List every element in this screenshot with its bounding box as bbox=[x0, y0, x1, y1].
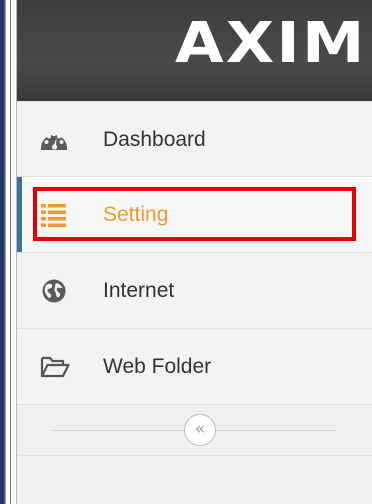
sidebar-item-internet[interactable]: Internet bbox=[17, 253, 372, 329]
divider-left bbox=[52, 430, 184, 431]
dashboard-icon bbox=[39, 126, 69, 154]
folder-open-icon bbox=[39, 353, 70, 381]
sidebar-collapse-row: « bbox=[17, 405, 372, 455]
sidebar-menu: Dashboard Setting Internet Web Folder bbox=[17, 101, 372, 405]
sidebar-item-label: Internet bbox=[103, 279, 175, 302]
sidebar-item-web-folder[interactable]: Web Folder bbox=[17, 329, 372, 405]
active-indicator bbox=[17, 177, 22, 252]
window-edge-inner bbox=[6, 0, 17, 504]
sidebar-item-dashboard[interactable]: Dashboard bbox=[17, 101, 372, 177]
sidebar-item-label: Web Folder bbox=[103, 355, 212, 378]
sidebar-item-setting[interactable]: Setting bbox=[17, 177, 372, 253]
header: AXIM bbox=[17, 0, 372, 101]
divider-right bbox=[216, 430, 336, 431]
brand-logo: AXIM bbox=[175, 11, 367, 76]
app-frame: AXIM Dashboard Setting Internet Web Fold… bbox=[0, 0, 372, 504]
sidebar-item-label: Dashboard bbox=[103, 128, 206, 151]
sidebar-footer bbox=[17, 455, 372, 504]
collapse-sidebar-button[interactable]: « bbox=[184, 414, 216, 446]
globe-icon bbox=[39, 277, 69, 305]
selection-highlight-box bbox=[33, 187, 356, 241]
